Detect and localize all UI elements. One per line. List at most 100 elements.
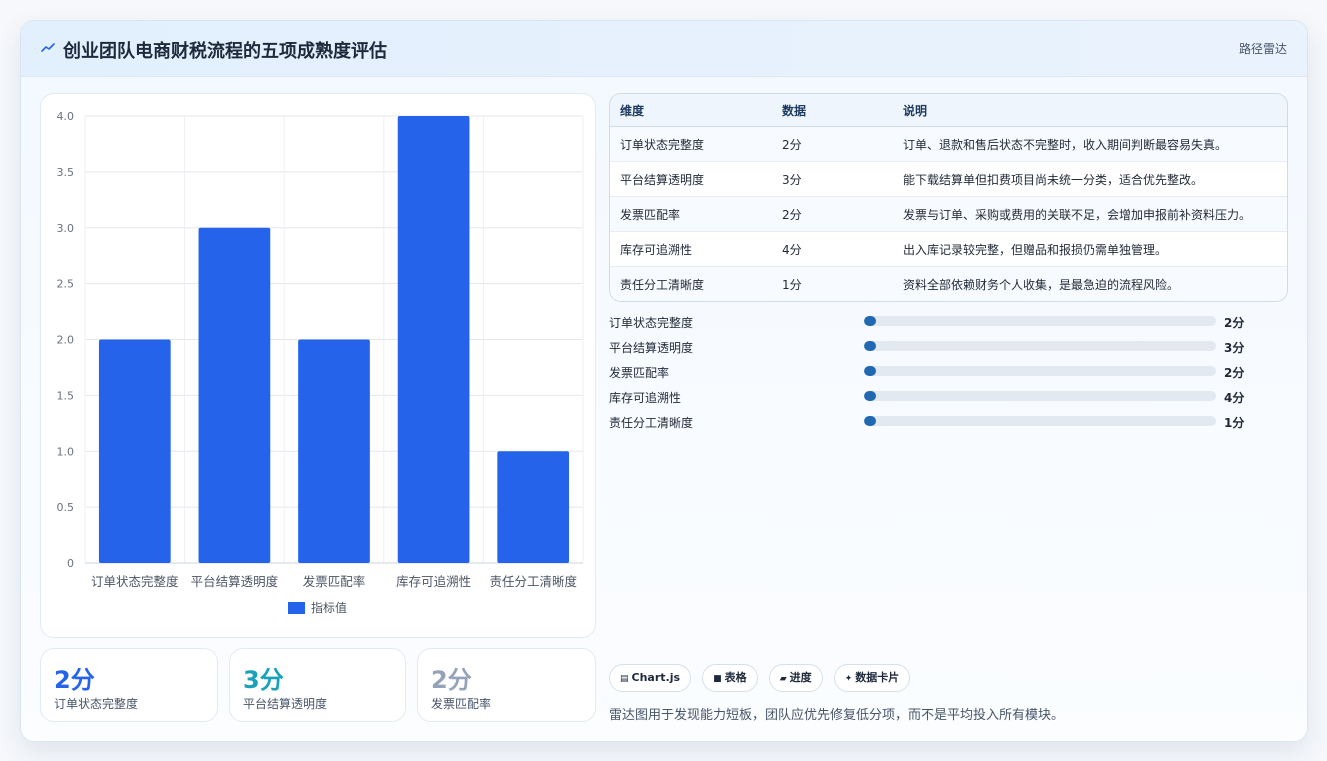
- table-cell: 平台结算透明度: [610, 161, 772, 197]
- y-tick-label: 2.5: [57, 278, 75, 291]
- progress-value: 2分: [1224, 366, 1245, 380]
- stat-label: 平台结算透明度: [243, 697, 328, 711]
- table-cell: 1分: [772, 266, 893, 301]
- table-cell: 资料全部依赖财务个人收集，是最急迫的流程风险。: [893, 266, 1287, 301]
- stat-card-settlement: 3分 平台结算透明度: [229, 648, 406, 722]
- route-tag[interactable]: 路径雷达: [1239, 40, 1287, 57]
- table-cell: 发票匹配率: [610, 196, 772, 232]
- stat-value: 2分: [54, 666, 95, 694]
- bar: [298, 339, 370, 563]
- progress-label: 订单状态完整度: [609, 316, 694, 330]
- legend-swatch: [288, 602, 305, 614]
- chip-label: 表格: [724, 671, 747, 684]
- legend-label: 指标值: [311, 600, 347, 615]
- stat-card-order: 2分 订单状态完整度: [40, 648, 218, 722]
- chip-row: ▤ Chart.js ■ 表格 ▰ 进度 ✦ 数据卡片: [609, 664, 916, 692]
- bar-chart: 4.0 3.5 3.0 2.5 2.0 1.5 1.0 0.5 0 订单状态完整度 平台结算透明度 发…: [57, 110, 584, 615]
- y-tick-label: 1.0: [57, 445, 75, 458]
- stat-label: 订单状态完整度: [54, 697, 139, 711]
- dashboard-card: 创业团队电商财税流程的五项成熟度评估 路径雷达 4.0 3.5 3.0 2.5 2.0 1…: [20, 20, 1308, 742]
- table-row: 平台结算透明度 3分 能下载结算单但扣费项目尚未统一分类，适合优先整改。: [610, 161, 1287, 197]
- line-chart-icon: [41, 43, 55, 52]
- page-title: 创业团队电商财税流程的五项成熟度评估: [63, 41, 387, 62]
- chip-label: 数据卡片: [855, 671, 900, 684]
- table-header-row: 维度 数据 说明: [610, 94, 1287, 127]
- progress-label: 库存可追溯性: [609, 391, 682, 405]
- y-tick-label: 3.0: [57, 222, 75, 235]
- table-icon: ■: [713, 674, 722, 684]
- bar: [397, 116, 470, 563]
- table-cell: 责任分工清晰度: [610, 266, 772, 301]
- x-tick-label: 责任分工清晰度: [489, 574, 577, 589]
- header: 创业团队电商财税流程的五项成熟度评估 路径雷达: [21, 21, 1307, 77]
- stat-value: 2分: [431, 666, 472, 694]
- progress-value: 2分: [1224, 316, 1245, 330]
- progress-row: 平台结算透明度 3分: [609, 336, 1269, 361]
- table-cell: 4分: [772, 231, 893, 267]
- progress-track: [864, 316, 1216, 326]
- data-table: 维度 数据 说明 订单状态完整度 2分 订单、退款和售后状态不完整时，收入期间判…: [609, 93, 1288, 302]
- table-cell: 订单状态完整度: [610, 126, 772, 162]
- chip-label: 进度: [789, 671, 812, 684]
- chip-data-cards[interactable]: ✦ 数据卡片: [833, 664, 911, 692]
- table-cell: 出入库记录较完整，但赠品和报损仍需单独管理。: [893, 231, 1287, 267]
- y-tick-label: 1.5: [57, 389, 75, 402]
- footnote: 雷达图用于发现能力短板，团队应优先修复低分项，而不是平均投入所有模块。: [609, 708, 1065, 723]
- progress-track: [864, 366, 1216, 376]
- stat-value: 3分: [243, 666, 284, 694]
- table-cell: 订单、退款和售后状态不完整时，收入期间判断最容易失真。: [893, 126, 1287, 162]
- progress-fill: [864, 341, 877, 351]
- chip-label: Chart.js: [631, 671, 681, 684]
- bar: [198, 227, 271, 563]
- progress-track: [864, 416, 1216, 426]
- table-row: 责任分工清晰度 1分 资料全部依赖财务个人收集，是最急迫的流程风险。: [610, 266, 1287, 301]
- table-cell: 2分: [772, 196, 893, 232]
- column-header: 说明: [893, 94, 1287, 127]
- column-header: 维度: [610, 94, 772, 127]
- table-row: 发票匹配率 2分 发票与订单、采购或费用的关联不足，会增加申报前补资料压力。: [610, 196, 1287, 232]
- x-tick-label: 库存可追溯性: [396, 574, 471, 589]
- progress-value: 3分: [1224, 341, 1245, 355]
- column-header: 数据: [772, 94, 893, 127]
- y-tick-label: 4.0: [57, 110, 75, 123]
- table-cell: 发票与订单、采购或费用的关联不足，会增加申报前补资料压力。: [893, 196, 1287, 232]
- progress-fill: [864, 316, 877, 326]
- bar: [98, 339, 171, 563]
- bar: [497, 451, 570, 563]
- y-tick-label: 0.5: [57, 501, 75, 514]
- progress-fill: [864, 391, 877, 401]
- stat-label: 发票匹配率: [431, 697, 492, 711]
- x-tick-label: 平台结算透明度: [191, 574, 279, 589]
- chip-progress[interactable]: ▰ 进度: [768, 664, 823, 692]
- progress-icon: ▰: [779, 674, 787, 684]
- table-cell: 2分: [772, 126, 893, 162]
- table-cell: 库存可追溯性: [610, 231, 772, 267]
- chart-icon: ▤: [620, 674, 629, 684]
- progress-label: 平台结算透明度: [609, 341, 694, 355]
- y-tick-label: 3.5: [57, 166, 75, 179]
- chip-chartjs[interactable]: ▤ Chart.js: [609, 664, 692, 692]
- table-cell: 3分: [772, 161, 893, 197]
- table-row: 订单状态完整度 2分 订单、退款和售后状态不完整时，收入期间判断最容易失真。: [610, 126, 1287, 162]
- progress-value: 1分: [1224, 416, 1245, 430]
- progress-fill: [864, 416, 877, 426]
- progress-row: 库存可追溯性 4分: [609, 386, 1269, 411]
- x-tick-label: 发票匹配率: [303, 574, 366, 589]
- progress-row: 发票匹配率 2分: [609, 361, 1269, 386]
- x-tick-label: 订单状态完整度: [91, 574, 179, 589]
- progress-fill: [864, 366, 877, 376]
- table-cell: 能下载结算单但扣费项目尚未统一分类，适合优先整改。: [893, 161, 1287, 197]
- bar-chart-panel: 4.0 3.5 3.0 2.5 2.0 1.5 1.0 0.5 0 订单状态完整度 平台结算透明度 发…: [40, 93, 596, 638]
- progress-value: 4分: [1224, 391, 1245, 405]
- sparkle-icon: ✦: [844, 674, 853, 684]
- progress-track: [864, 341, 1216, 351]
- progress-label: 责任分工清晰度: [609, 416, 694, 430]
- stat-card-invoice: 2分 发票匹配率: [417, 648, 596, 722]
- chip-table[interactable]: ■ 表格: [702, 664, 758, 692]
- progress-row: 责任分工清晰度 1分: [609, 411, 1269, 436]
- y-tick-label: 0: [67, 557, 74, 570]
- progress-label: 发票匹配率: [609, 366, 670, 380]
- table-row: 库存可追溯性 4分 出入库记录较完整，但赠品和报损仍需单独管理。: [610, 231, 1287, 267]
- progress-list: 订单状态完整度 2分 平台结算透明度 3分 发票匹配率 2分 库存可追溯性 4分…: [609, 311, 1269, 436]
- progress-track: [864, 391, 1216, 401]
